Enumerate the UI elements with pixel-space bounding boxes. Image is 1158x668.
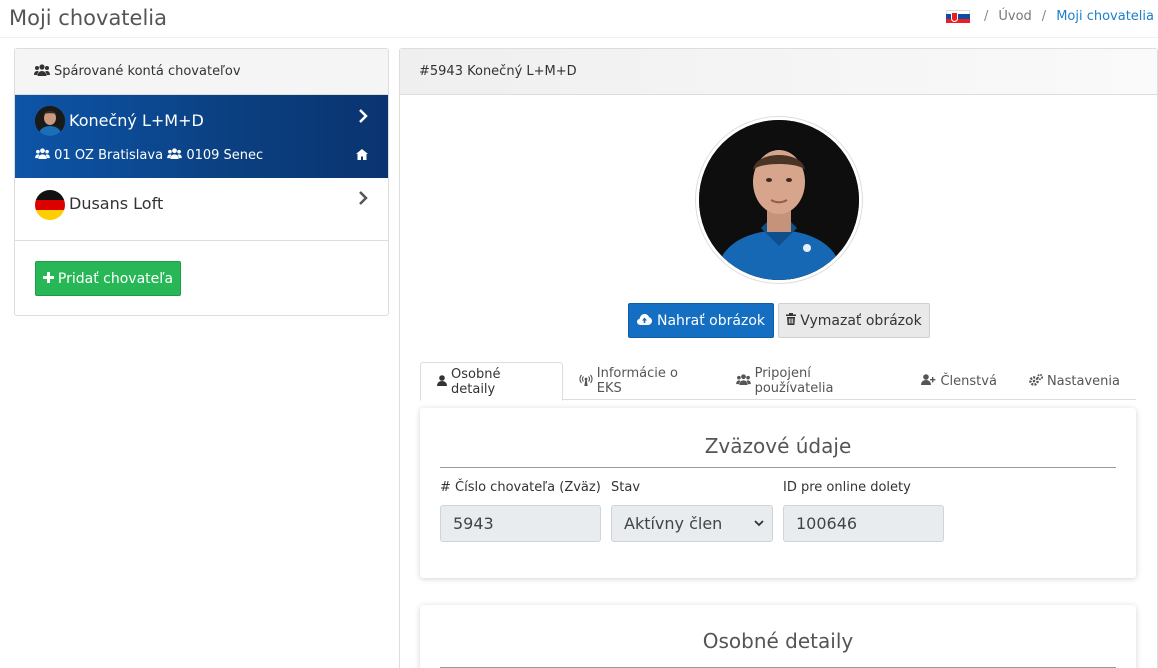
page-title: Moji chovatelia — [9, 6, 168, 30]
plus-icon — [42, 271, 54, 287]
tab-label: Informácie o EKS — [596, 366, 678, 396]
add-breeder-button[interactable]: Pridať chovateľa — [35, 261, 181, 296]
user-plus-icon — [921, 374, 936, 388]
avatar — [35, 106, 65, 136]
panel-heading-label: Spárované kontá chovateľov — [54, 64, 241, 79]
card-title: Osobné detaily — [702, 629, 854, 653]
breadcrumb: / Úvod / Moji chovatelia — [945, 9, 1154, 24]
breeder-branch: 0109 Senec — [186, 148, 264, 163]
breeder-club-info: 01 OZ Bratislava 0109 Senec — [35, 148, 263, 163]
online-id-label: ID pre online dolety — [783, 480, 911, 495]
breadcrumb-separator: / — [1041, 9, 1047, 24]
antenna-icon — [579, 374, 593, 389]
tab-label: Nastavenia — [1046, 373, 1120, 389]
breeder-number-label: # Číslo chovateľa (Zväz) — [440, 480, 601, 495]
tab-connected-users[interactable]: Pripojení používatelia — [720, 362, 906, 400]
breadcrumb-separator: / — [983, 9, 989, 24]
online-id-field: 100646 — [783, 505, 944, 542]
breeder-item-konecny[interactable]: Konečný L+M+D 01 OZ Bratislava 0109 Sene… — [15, 95, 388, 178]
chevron-right-icon — [358, 191, 368, 210]
breeder-name: Konečný L+M+D — [69, 111, 204, 130]
card-title: Zväzové údaje — [704, 434, 852, 458]
cloud-upload-icon — [636, 313, 652, 329]
tab-label: Členstvá — [940, 373, 997, 389]
paired-breeders-heading: Spárované kontá chovateľov — [15, 49, 388, 95]
upload-photo-button[interactable]: Nahrať obrázok — [628, 303, 774, 338]
user-icon — [437, 374, 447, 389]
breeder-name: Dusans Loft — [69, 194, 164, 213]
breeder-item-dusans-loft[interactable]: Dusans Loft — [15, 178, 388, 241]
paired-breeders-panel: Spárované kontá chovateľov Konečný L+M+D… — [14, 48, 389, 316]
upload-photo-label: Nahrať obrázok — [656, 312, 765, 329]
tab-label: Osobné detaily — [451, 366, 501, 397]
gears-icon — [1029, 373, 1044, 389]
field-value: 100646 — [796, 514, 858, 533]
tab-personal-details[interactable]: Osobné detaily — [420, 362, 563, 401]
status-label: Stav — [611, 480, 641, 495]
delete-photo-label: Vymazať obrázok — [800, 312, 922, 329]
tab-label: Pripojení používatelia — [754, 366, 834, 396]
add-breeder-label: Pridať chovateľa — [57, 270, 174, 287]
detail-tabs: Osobné detaily Informácie o EKS Pripojen… — [420, 362, 1136, 401]
status-select[interactable]: Aktívny člen — [611, 505, 773, 542]
slovak-flag-icon[interactable] — [945, 9, 970, 24]
top-bar: Moji chovatelia / Úvod / Moji chovatelia — [0, 0, 1158, 38]
breeder-detail-heading: #5943 Konečný L+M+D — [400, 49, 1157, 95]
delete-photo-button[interactable]: Vymazať obrázok — [778, 303, 930, 338]
trash-icon — [786, 312, 797, 329]
field-value: Aktívny člen — [624, 514, 723, 533]
home-icon — [356, 149, 368, 163]
profile-photo — [696, 117, 862, 283]
users-icon — [167, 148, 183, 163]
field-value: 5943 — [453, 514, 494, 533]
personal-details-card: Osobné detaily — [420, 605, 1136, 668]
chevron-right-icon — [358, 109, 368, 128]
tab-settings[interactable]: Nastavenia — [1013, 362, 1136, 400]
breadcrumb-current[interactable]: Moji chovatelia — [1056, 9, 1154, 24]
breadcrumb-home-link[interactable]: Úvod — [998, 9, 1031, 24]
divider — [440, 467, 1116, 468]
users-icon — [35, 148, 50, 163]
chevron-down-icon — [754, 517, 764, 530]
membership-data-card: Zväzové údaje # Číslo chovateľa (Zväz) S… — [420, 408, 1136, 578]
users-icon — [34, 63, 50, 80]
users-icon — [735, 374, 751, 388]
breeder-club: 01 OZ Bratislava — [54, 148, 164, 163]
tab-memberships[interactable]: Členstvá — [905, 362, 1012, 400]
breeder-number-field: 5943 — [440, 505, 601, 542]
tab-eks-info[interactable]: Informácie o EKS — [563, 362, 720, 400]
breeder-detail-panel: #5943 Konečný L+M+D Nahrať obrázok Vymaz… — [399, 48, 1158, 668]
germany-flag-avatar — [35, 190, 65, 220]
